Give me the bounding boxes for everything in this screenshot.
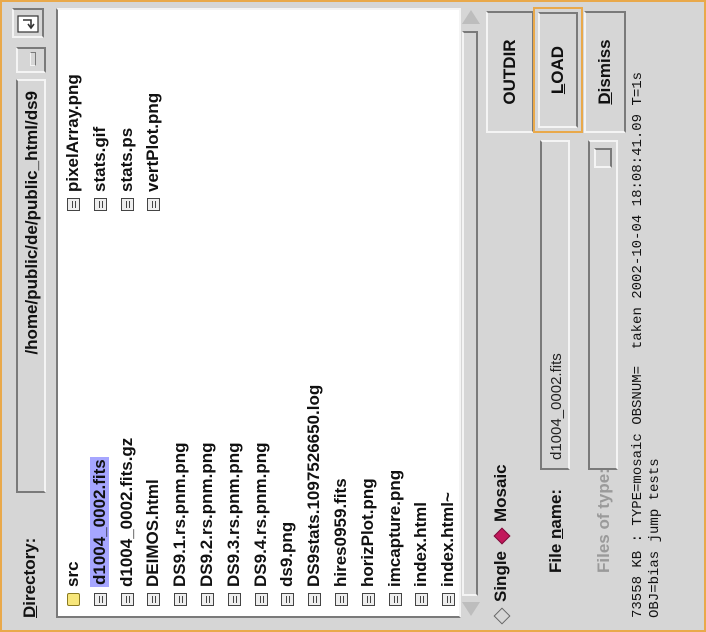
file-icon	[308, 593, 322, 606]
status-line-2: OBJ=bias jump tests	[647, 458, 663, 618]
file-icon	[93, 593, 107, 606]
file-list-item[interactable]: DS9.2.rs.pnm.png	[196, 442, 218, 606]
directory-field[interactable]: /home/public/de/public_html/ds9	[16, 79, 46, 493]
scrollbar-thumb[interactable]	[462, 31, 478, 596]
radio-mosaic[interactable]: Mosaic	[491, 464, 511, 545]
file-name: DS9.2.rs.pnm.png	[197, 442, 216, 587]
file-list-item[interactable]: horizPlot.png	[357, 478, 379, 606]
file-name: stats.gif	[89, 126, 109, 192]
file-list-item[interactable]: ds9.png	[276, 522, 298, 606]
file-name: imcapture.png	[384, 469, 404, 587]
file-icon	[361, 593, 375, 606]
file-list-item[interactable]: DS9.1.rs.pnm.png	[169, 442, 191, 606]
file-list-item[interactable]: vertPlot.png	[142, 93, 164, 211]
file-list-item[interactable]: hires0959.fits	[330, 478, 352, 606]
file-icon	[442, 593, 456, 606]
file-list-item[interactable]: pixelArray.png	[62, 74, 84, 211]
file-name: horizPlot.png	[357, 478, 377, 587]
file-name: index.html~	[438, 492, 458, 587]
file-icon	[120, 198, 134, 211]
file-list-item[interactable]: d1004_0002.fits	[89, 457, 111, 606]
file-name: DS9.4.rs.pnm.png	[250, 442, 270, 587]
file-name: vertPlot.png	[143, 92, 163, 192]
file-list[interactable]: src d1004_0002.fits d1004_0002.fits.gz DEIM…	[56, 8, 461, 618]
file-icon	[93, 198, 107, 211]
file-name: DS9.3.rs.pnm.png	[223, 442, 243, 587]
file-list-item[interactable]: imcapture.png	[384, 470, 406, 606]
file-icon	[174, 593, 188, 606]
file-icon	[254, 593, 268, 606]
radio-single-label: Single	[491, 550, 510, 602]
dialog-frame: Directory: /home/public/de/public_html/d…	[0, 0, 706, 632]
directory-label: Directory:	[20, 537, 39, 618]
file-dialog: Directory: /home/public/de/public_html/d…	[0, 0, 706, 632]
file-icon	[281, 593, 295, 606]
radio-mosaic-label: Mosaic	[491, 464, 510, 522]
filename-value: d1004_0002.fits	[548, 353, 565, 460]
load-button[interactable]: L OAD	[533, 7, 583, 133]
radio-single[interactable]: Single	[491, 550, 511, 625]
file-list-item[interactable]: index.html~	[437, 492, 459, 606]
file-name: ds9.png	[277, 521, 297, 587]
outdir-button[interactable]: OUTDIR	[486, 11, 534, 133]
file-icon	[147, 593, 161, 606]
file-list-item[interactable]: d1004_0002.fits.gz	[116, 438, 138, 606]
file-name: index.html	[411, 501, 431, 587]
directory-dropdown-button[interactable]	[16, 47, 46, 73]
scroll-left-icon[interactable]	[462, 602, 480, 616]
dismiss-label: Dismiss	[595, 39, 614, 105]
filetype-label: Files of type:	[594, 468, 613, 573]
filename-input[interactable]: d1004_0002.fits	[540, 140, 570, 470]
horizontal-scrollbar[interactable]	[461, 8, 481, 618]
file-list-item[interactable]: index.html	[410, 502, 432, 606]
file-icon	[227, 593, 241, 606]
radio-single-indicator	[493, 607, 511, 625]
dropdown-icon	[30, 52, 36, 66]
parent-directory-button[interactable]	[12, 8, 44, 38]
file-name: pixelArray.png	[63, 74, 82, 192]
file-list-item[interactable]: DS9stats.1097526650.log	[303, 385, 325, 606]
file-name: DS9.1.rs.pnm.png	[170, 442, 190, 587]
status-line-1: 73558 KB : TYPE=mosaic OBSNUM= taken 200…	[630, 71, 646, 618]
file-list-item[interactable]: src	[62, 561, 84, 606]
file-name: d1004_0002.fits.gz	[116, 437, 136, 587]
file-name: hires0959.fits	[331, 478, 350, 587]
scroll-right-icon[interactable]	[462, 10, 480, 24]
file-icon	[415, 593, 429, 606]
file-icon	[147, 198, 161, 211]
up-folder-icon	[17, 15, 39, 33]
file-icon	[120, 593, 134, 606]
filetype-select[interactable]	[588, 140, 618, 470]
folder-icon	[67, 593, 81, 606]
filetype-dropdown-icon[interactable]	[594, 148, 612, 168]
status-line: 73558 KB : TYPE=mosaic OBSNUM= taken 200…	[630, 72, 664, 618]
file-list-item[interactable]: stats.ps	[116, 128, 138, 211]
file-icon	[335, 593, 349, 606]
dismiss-button[interactable]: Dismiss	[584, 11, 626, 133]
file-name: src	[63, 561, 82, 587]
directory-path: /home/public/de/public_html/ds9	[22, 91, 41, 355]
file-icon	[201, 593, 215, 606]
file-list-item[interactable]: DS9.4.rs.pnm.png	[250, 442, 272, 606]
file-icon	[67, 198, 81, 211]
file-name: DS9stats.1097526650.log	[304, 384, 324, 587]
load-label: L OAD	[538, 12, 578, 128]
filename-label: File name:	[546, 488, 565, 573]
file-list-item[interactable]: DS9.3.rs.pnm.png	[223, 442, 245, 606]
file-name: stats.ps	[116, 127, 136, 192]
outdir-label: OUTDIR	[500, 39, 519, 105]
file-list-item[interactable]: stats.gif	[89, 127, 111, 211]
radio-mosaic-indicator	[493, 527, 511, 545]
file-icon	[388, 593, 402, 606]
file-name: DEIMOS.html	[143, 479, 163, 587]
file-list-item[interactable]: DEIMOS.html	[142, 479, 164, 606]
file-name: d1004_0002.fits	[89, 457, 109, 587]
